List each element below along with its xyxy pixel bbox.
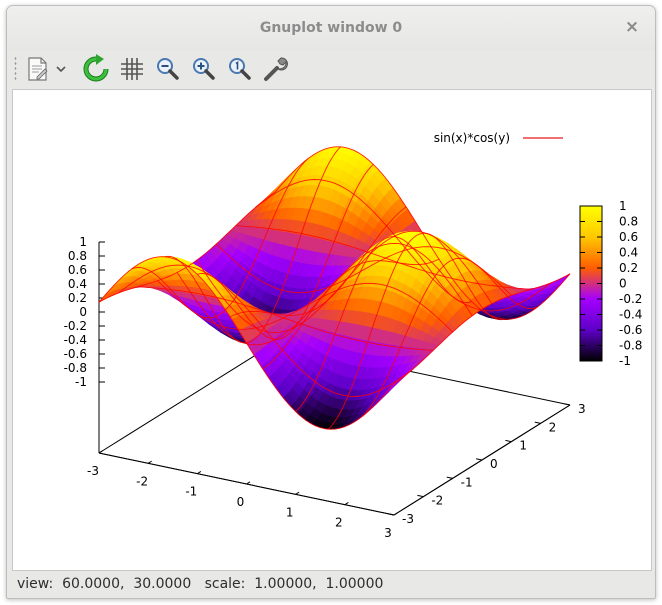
surface-plot: 10.80.60.40.20-0.2-0.4-0.6-0.8-1-3-2-101… [64, 131, 643, 540]
legend-label: sin(x)*cos(y) [434, 131, 510, 145]
zoom-reset-button[interactable] [225, 54, 255, 84]
z-tick-label: 0.4 [68, 277, 87, 291]
x-tick-label: 3 [384, 526, 392, 540]
y-tick-mark [446, 476, 453, 479]
zoom-in-button[interactable] [189, 54, 219, 84]
plot-area[interactable]: 1 0.8 0.6 0.4 0.2 0 -0.2 -0.4 -0.6 -0.8 -1 -3 -2 -1 0 1… [12, 89, 652, 571]
close-button[interactable]: × [623, 18, 641, 36]
settings-wrench-icon [264, 57, 288, 81]
z-tick-label: -0.8 [64, 361, 87, 375]
colorbox-tick-label: 1 [619, 199, 627, 213]
colorbox-tick-label: -0.2 [619, 292, 642, 306]
z-tick-label: 0.8 [68, 249, 87, 263]
export-icon [28, 57, 48, 81]
window-title: Gnuplot window 0 [259, 20, 403, 36]
x-tick-label: -2 [136, 474, 148, 488]
x-tick-label: 0 [237, 495, 245, 509]
y-tick-label: -3 [402, 512, 414, 526]
replot-button[interactable] [81, 54, 111, 84]
z-tick-label: -0.4 [64, 333, 87, 347]
zoom-in-icon [193, 58, 215, 80]
y-tick-label: 2 [549, 420, 557, 434]
x-tick-label: -3 [87, 464, 99, 478]
colorbox-tick-label: -0.8 [619, 339, 642, 353]
z-tick-label: 0.2 [68, 291, 87, 305]
toolbar [7, 50, 655, 88]
export-button[interactable] [23, 54, 53, 84]
z-tick-label: 0.6 [68, 263, 87, 277]
z-tick-label: -0.6 [64, 347, 87, 361]
x-tick-label: 2 [335, 516, 343, 530]
zoom-out-icon [157, 58, 179, 80]
grid-icon [121, 58, 143, 80]
y-tick-mark [563, 403, 571, 406]
colorbox: 1 0.80.6 0.40.2 0-0.2 -0.4-0.6 -0.8-1 [579, 199, 642, 368]
back-left-line [98, 342, 276, 454]
y-tick-label: 0 [490, 457, 498, 471]
z-tick-label: -1 [75, 375, 87, 389]
colorbox-tick-label: 0.8 [619, 215, 638, 229]
settings-button[interactable] [261, 54, 291, 84]
colorbox-tick-label: 0.6 [619, 230, 638, 244]
z-tick-label: 0 [79, 305, 87, 319]
zoom-reset-icon [229, 58, 251, 80]
colorbox-tick-label: -1 [619, 354, 631, 368]
y-tick-label: -1 [461, 475, 473, 489]
y-tick-label: -2 [431, 494, 443, 508]
y-tick-mark [534, 421, 541, 424]
y-tick-mark [417, 494, 424, 498]
y-axis-line-front [393, 404, 571, 516]
export-menu-button[interactable] [53, 54, 69, 84]
status-bar: view: 60.0000, 30.0000 scale: 1.00000, 1… [17, 576, 384, 592]
title-bar[interactable]: Gnuplot window 0 × [7, 6, 655, 50]
colorbox-tick-label: 0.2 [619, 261, 638, 275]
zoom-out-button[interactable] [153, 54, 183, 84]
chevron-down-icon [56, 66, 66, 73]
z-tick-label: -0.2 [64, 319, 87, 333]
colorbox-tick-label: 0.4 [619, 246, 638, 260]
y-tick-mark [505, 439, 512, 443]
x-tick-label: 1 [286, 505, 294, 519]
legend: sin(x)*cos(y) [434, 131, 563, 145]
z-tick-label: 1 [79, 235, 87, 249]
colorbox-tick-label: -0.6 [619, 323, 642, 337]
grid-toggle-button[interactable] [117, 54, 147, 84]
y-tick-mark [475, 458, 483, 461]
toolbar-grip[interactable] [14, 56, 17, 82]
replot-icon [83, 54, 109, 82]
colorbox-tick-label: 0 [619, 277, 627, 291]
y-tick-label: 3 [578, 402, 586, 416]
colorbox-tick-label: -0.4 [619, 308, 642, 322]
y-tick-label: 1 [519, 439, 527, 453]
x-tick-label: -1 [185, 485, 197, 499]
gnuplot-window: Gnuplot window 0 × 1 0.8 0.6 0.4 0.2 0 -… [6, 5, 656, 599]
